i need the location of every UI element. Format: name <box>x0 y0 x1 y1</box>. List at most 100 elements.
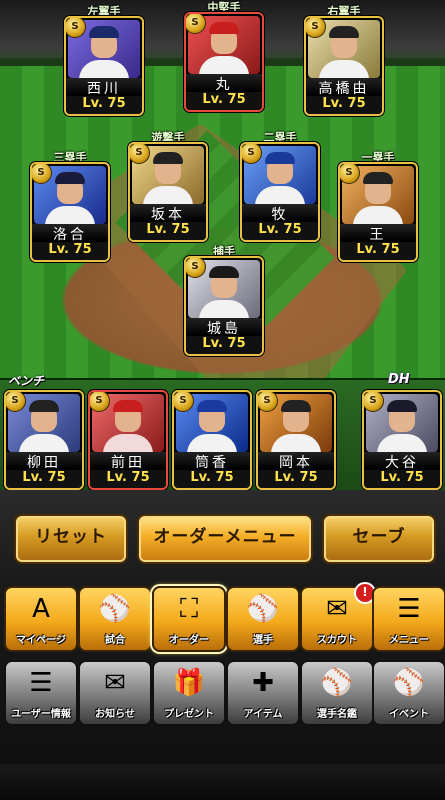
bench-slot-2[interactable]: S 前田 Lv. 75 <box>88 390 168 490</box>
nav-user-info-button[interactable]: ☰ ユーザー情報 <box>4 660 78 726</box>
player-level: Lv. 75 <box>258 470 334 488</box>
player-name: 坂本 <box>130 204 206 223</box>
present-icon: 🎁 <box>172 668 206 698</box>
nav-player-book-button[interactable]: ⚾ 選手名鑑 <box>300 660 374 726</box>
player-level: Lv. 75 <box>186 336 262 354</box>
order-screen: 左翼手 S 西川 Lv. 75 中堅手 S 丸 Lv. 75 右翼手 S 高橋由… <box>0 0 445 800</box>
order-icon: ⛶ <box>179 594 199 624</box>
player-level: Lv. 75 <box>66 96 142 114</box>
rank-badge-icon: S <box>340 164 360 184</box>
nav-mypage-button[interactable]: A マイページ <box>4 586 78 652</box>
player-card[interactable]: S 城島 Lv. 75 <box>184 256 264 356</box>
mypage-icon: A <box>32 594 50 624</box>
dh-slot[interactable]: S 大谷 Lv. 75 <box>362 390 442 490</box>
player-name: 柳田 <box>6 452 82 471</box>
player-name: 高橋由 <box>306 78 382 97</box>
footer-bar <box>0 764 445 800</box>
notice-icon: ✉ <box>104 668 126 698</box>
bench-slot-4[interactable]: S 岡本 Lv. 75 <box>256 390 336 490</box>
player-name: 大谷 <box>364 452 440 471</box>
bench-label: ベンチ <box>8 374 45 388</box>
nav-player-button[interactable]: ⚾ 選手 <box>226 586 300 652</box>
slot-left-field[interactable]: 左翼手 S 西川 Lv. 75 <box>64 5 144 116</box>
slot-catcher[interactable]: 捕手 S 城島 Lv. 75 <box>184 245 264 356</box>
player-name: 岡本 <box>258 452 334 471</box>
item-icon: ✚ <box>252 668 274 698</box>
player-name: 牧 <box>242 204 318 223</box>
rank-badge-icon: S <box>306 18 326 38</box>
player-name: 城島 <box>186 318 262 337</box>
player-card[interactable]: S 牧 Lv. 75 <box>240 142 320 242</box>
menu-area: リセット オーダーメニュー セーブ A マイページ ⚾ 試合 ⛶ オーダー ⚾ … <box>0 490 445 800</box>
rank-badge-icon: S <box>258 392 278 412</box>
player-level: Lv. 75 <box>340 242 416 260</box>
nav-present-button[interactable]: 🎁 プレゼント <box>152 660 226 726</box>
rank-badge-icon: S <box>242 144 262 164</box>
slot-second-base[interactable]: 二塁手 S 牧 Lv. 75 <box>240 131 320 242</box>
player-name: 西川 <box>66 78 142 97</box>
primary-nav: A マイページ ⚾ 試合 ⛶ オーダー ⚾ 選手 ✉ スカウト ! ☰ メニュー <box>0 582 445 652</box>
rank-badge-icon: S <box>90 392 110 412</box>
player-icon: ⚾ <box>246 594 280 624</box>
player-card[interactable]: S 丸 Lv. 75 <box>184 12 264 112</box>
player-name: 前田 <box>90 452 166 471</box>
nav-event-button[interactable]: ⚾ イベント <box>372 660 445 726</box>
player-level: Lv. 75 <box>6 470 82 488</box>
reset-button[interactable]: リセット <box>14 514 128 564</box>
player-level: Lv. 75 <box>242 222 318 240</box>
player-level: Lv. 75 <box>130 222 206 240</box>
player-name: 王 <box>340 224 416 243</box>
player-card[interactable]: S 坂本 Lv. 75 <box>128 142 208 242</box>
player-card[interactable]: S 西川 Lv. 75 <box>64 16 144 116</box>
player-name: 丸 <box>186 74 262 93</box>
player-card[interactable]: S 大谷 Lv. 75 <box>362 390 442 490</box>
rank-badge-icon: S <box>32 164 52 184</box>
player-name: 筒香 <box>174 452 250 471</box>
slot-third-base[interactable]: 三塁手 S 洛合 Lv. 75 <box>30 151 110 262</box>
player-card[interactable]: S 前田 Lv. 75 <box>88 390 168 490</box>
player-card[interactable]: S 筒香 Lv. 75 <box>172 390 252 490</box>
secondary-nav: ☰ ユーザー情報 ✉ お知らせ 🎁 プレゼント ✚ アイテム ⚾ 選手名鑑 ⚾ … <box>0 660 445 726</box>
bench-slot-3[interactable]: S 筒香 Lv. 75 <box>172 390 252 490</box>
menu-icon: ☰ <box>397 594 421 624</box>
player-level: Lv. 75 <box>174 470 250 488</box>
rank-badge-icon: S <box>174 392 194 412</box>
player-card[interactable]: S 高橋由 Lv. 75 <box>304 16 384 116</box>
player-card[interactable]: S 柳田 Lv. 75 <box>4 390 84 490</box>
player-book-icon: ⚾ <box>320 668 354 698</box>
player-card[interactable]: S 洛合 Lv. 75 <box>30 162 110 262</box>
rank-badge-icon: S <box>186 258 206 278</box>
save-button[interactable]: セーブ <box>322 514 436 564</box>
slot-shortstop[interactable]: 遊撃手 S 坂本 Lv. 75 <box>128 131 208 242</box>
nav-scout-button[interactable]: ✉ スカウト ! <box>300 582 376 652</box>
nav-notice-button[interactable]: ✉ お知らせ <box>78 660 152 726</box>
nav-game-button[interactable]: ⚾ 試合 <box>78 586 152 652</box>
nav-menu-button[interactable]: ☰ メニュー <box>372 586 445 652</box>
player-card[interactable]: S 岡本 Lv. 75 <box>256 390 336 490</box>
rank-badge-icon: S <box>186 14 206 34</box>
bench-slot-1[interactable]: S 柳田 Lv. 75 <box>4 390 84 490</box>
nav-order-button[interactable]: ⛶ オーダー <box>152 586 226 652</box>
rank-badge-icon: S <box>66 18 86 38</box>
rank-badge-icon: S <box>130 144 150 164</box>
player-level: Lv. 75 <box>90 470 166 488</box>
dh-label: DH <box>388 372 410 387</box>
stadium-icon: ⚾ <box>98 594 132 624</box>
slot-right-field[interactable]: 右翼手 S 高橋由 Lv. 75 <box>304 5 384 116</box>
slot-first-base[interactable]: 一塁手 S 王 Lv. 75 <box>338 151 418 262</box>
order-menu-button[interactable]: オーダーメニュー <box>137 514 313 564</box>
player-card[interactable]: S 王 Lv. 75 <box>338 162 418 262</box>
nav-item-button[interactable]: ✚ アイテム <box>226 660 300 726</box>
player-name: 洛合 <box>32 224 108 243</box>
rank-badge-icon: S <box>364 392 384 412</box>
event-icon: ⚾ <box>392 668 426 698</box>
slot-center-field[interactable]: 中堅手 S 丸 Lv. 75 <box>184 1 264 112</box>
player-level: Lv. 75 <box>306 96 382 114</box>
player-level: Lv. 75 <box>186 92 262 110</box>
player-level: Lv. 75 <box>364 470 440 488</box>
baseball-field: 左翼手 S 西川 Lv. 75 中堅手 S 丸 Lv. 75 右翼手 S 高橋由… <box>0 0 445 451</box>
rank-badge-icon: S <box>6 392 26 412</box>
bench-strip: ベンチ DH S 柳田 Lv. 75 S 前田 Lv. 75 S 筒香 Lv. … <box>0 372 445 492</box>
scout-icon: ✉ <box>326 594 348 624</box>
player-level: Lv. 75 <box>32 242 108 260</box>
